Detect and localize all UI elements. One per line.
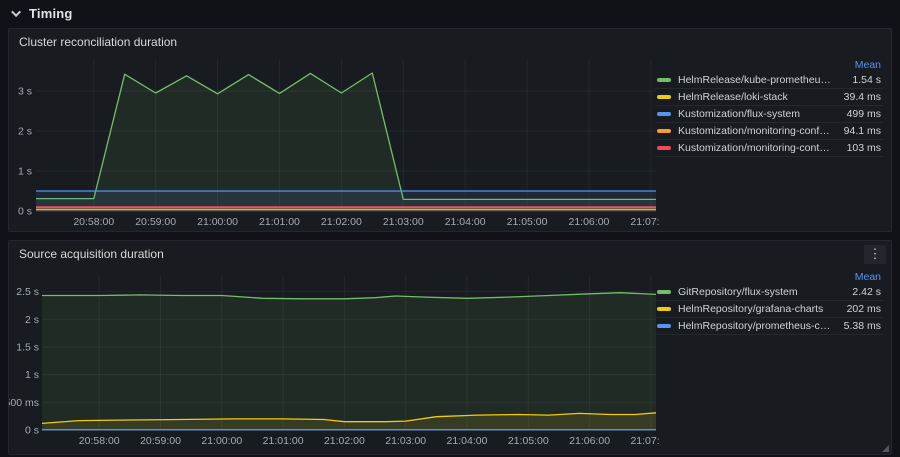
legend-series-label[interactable]: HelmRepository/grafana-charts [678,303,832,315]
x-tick-label: 21:07:00 [630,216,659,228]
series-color-swatch-icon [657,324,671,328]
x-tick-label: 21:02:00 [321,216,362,228]
x-tick-label: 20:58:00 [73,216,114,228]
legend-mean-value: 499 ms [837,108,881,120]
x-tick-label: 21:05:00 [507,216,548,228]
chart-canvas[interactable]: 20:58:00 20:59:00 21:00:00 21:01:00 21:02:00… [9,265,659,453]
series-color-swatch-icon [657,290,671,294]
legend: Mean GitRepository/flux-system 2.42 s Helm… [655,269,883,335]
y-tick-label: 2 s [18,126,32,138]
legend-mean-value: 1.54 s [837,74,881,86]
y-tick-label: 2.5 s [16,286,39,298]
y-tick-label: 0 s [25,425,39,437]
legend-rows: GitRepository/flux-system 2.42 s HelmRepos… [655,284,883,335]
legend-header-row: Mean [655,269,883,284]
legend-series-label[interactable]: Kustomization/monitoring-configs [678,125,832,137]
series-fill [36,73,656,211]
legend-item[interactable]: HelmRepository/grafana-charts 202 ms [655,301,883,318]
legend-mean-value: 202 ms [837,303,881,315]
section-row-timing[interactable]: Timing [6,0,77,27]
legend-mean-value: 103 ms [837,142,881,154]
series-color-swatch-icon [657,78,671,82]
legend-series-label[interactable]: HelmRelease/loki-stack [678,91,832,103]
legend-mean-value: 2.42 s [837,286,881,298]
x-tick-label: 21:01:00 [259,216,300,228]
x-tick-label: 21:00:00 [201,435,242,447]
section-title: Timing [29,6,73,21]
legend-series-label[interactable]: HelmRelease/kube-prometheus-stack [678,74,832,86]
y-tick-label: 3 s [18,86,32,98]
chart-canvas[interactable]: 20:58:00 20:59:00 21:00:00 21:01:00 21:02:00… [9,53,659,233]
legend-mean-value: 39.4 ms [837,91,881,103]
panel-cluster-reconciliation-duration: Cluster reconciliation duration 20:58:00… [8,28,892,232]
y-tick-label: 500 ms [9,397,39,409]
legend-item[interactable]: HelmRelease/kube-prometheus-stack 1.54 s [655,72,883,89]
x-tick-label: 20:59:00 [140,435,181,447]
panel-title[interactable]: Source acquisition duration [19,247,164,261]
legend: Mean HelmRelease/kube-prometheus-stack 1.… [655,57,883,157]
x-tick-label: 20:59:00 [135,216,176,228]
x-tick-label: 21:00:00 [197,216,238,228]
series-color-swatch-icon [657,146,671,150]
x-tick-label: 21:04:00 [445,216,486,228]
legend-mean-header[interactable]: Mean [855,59,881,71]
panel-resize-handle[interactable] [882,445,889,452]
legend-mean-value: 94.1 ms [837,125,881,137]
x-tick-label: 21:02:00 [324,435,365,447]
legend-item[interactable]: Kustomization/flux-system 499 ms [655,106,883,123]
y-tick-label: 0 s [18,206,32,218]
x-tick-label: 21:04:00 [447,435,488,447]
series-color-swatch-icon [657,307,671,311]
legend-item[interactable]: Kustomization/monitoring-controllers 103 … [655,140,883,157]
legend-mean-value: 5.38 ms [837,320,881,332]
chevron-down-icon [11,7,21,17]
legend-series-label[interactable]: Kustomization/monitoring-controllers [678,142,832,154]
x-tick-label: 21:03:00 [383,216,424,228]
chart-area[interactable]: 20:58:00 20:59:00 21:00:00 21:01:00 21:02:00… [9,53,659,233]
panel-menu-icon[interactable]: ⋮ [864,245,886,264]
legend-series-label[interactable]: Kustomization/flux-system [678,108,832,120]
legend-item[interactable]: GitRepository/flux-system 2.42 s [655,284,883,301]
x-tick-label: 21:03:00 [385,435,426,447]
series-fill [42,293,656,430]
legend-item[interactable]: Kustomization/monitoring-configs 94.1 ms [655,123,883,140]
legend-mean-header[interactable]: Mean [855,271,881,283]
legend-item[interactable]: HelmRepository/prometheus-community 5.38 … [655,318,883,335]
y-tick-label: 2 s [25,314,39,326]
legend-series-label[interactable]: HelmRepository/prometheus-community [678,320,832,332]
series-color-swatch-icon [657,95,671,99]
y-tick-label: 1.5 s [16,341,39,353]
legend-series-label[interactable]: GitRepository/flux-system [678,286,832,298]
legend-rows: HelmRelease/kube-prometheus-stack1.54 sH… [655,72,883,157]
x-tick-label: 21:01:00 [263,435,304,447]
legend-item[interactable]: HelmRelease/loki-stack 39.4 ms [655,89,883,106]
series-color-swatch-icon [657,112,671,116]
panel-source-acquisition-duration: Source acquisition duration ⋮ 20:58:0020… [8,240,892,455]
panel-title[interactable]: Cluster reconciliation duration [19,35,177,49]
series-color-swatch-icon [657,129,671,133]
x-tick-label: 21:05:00 [508,435,549,447]
x-tick-label: 21:06:00 [569,216,610,228]
x-tick-label: 21:07:00 [630,435,659,447]
x-tick-label: 21:06:00 [569,435,610,447]
chart-area[interactable]: 20:58:00 20:59:00 21:00:00 21:01:00 21:02:00… [9,265,659,453]
y-tick-label: 1 s [25,369,39,381]
y-tick-label: 1 s [18,166,32,178]
x-tick-label: 20:58:00 [79,435,120,447]
legend-header-row: Mean [655,57,883,72]
